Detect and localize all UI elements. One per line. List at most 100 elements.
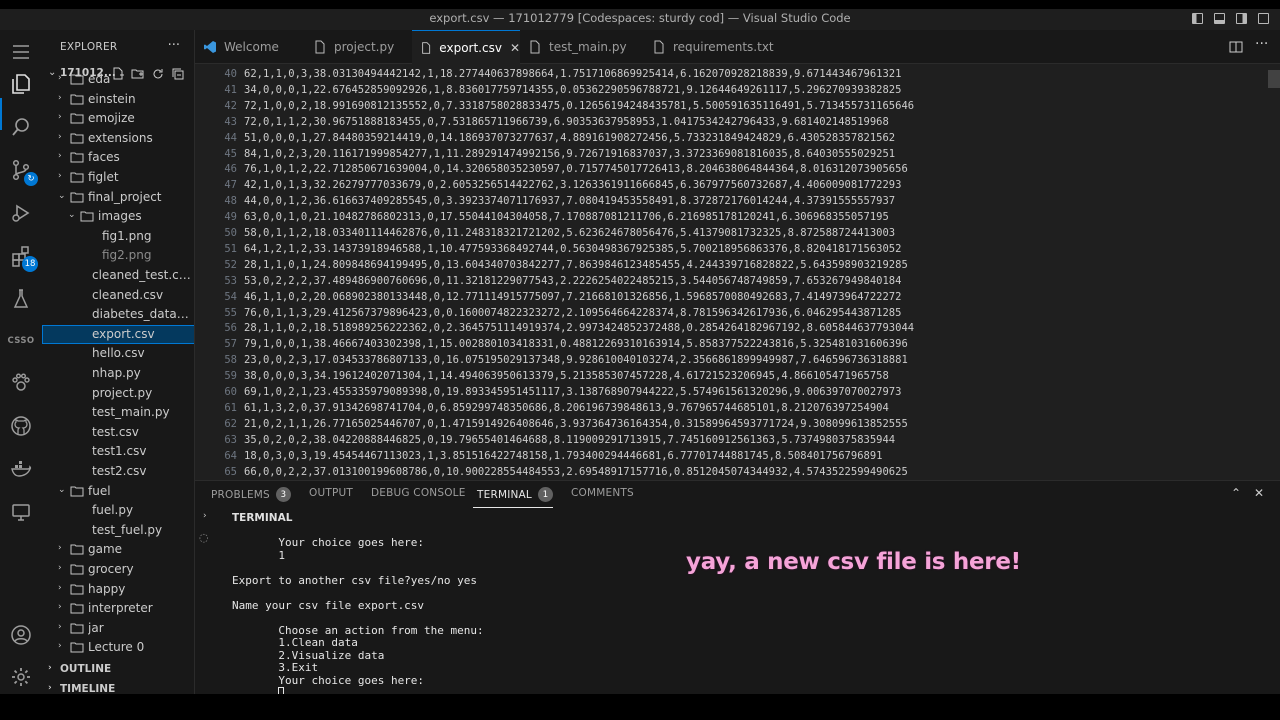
timeline-section[interactable]: › TIMELINE xyxy=(42,680,194,694)
csso-icon[interactable]: CSSO xyxy=(6,326,36,356)
menu-icon[interactable] xyxy=(6,37,36,67)
tree-folder[interactable]: › einstein xyxy=(42,90,194,110)
tree-file[interactable]: test.csv xyxy=(42,423,194,443)
tree-file[interactable]: fig2.png xyxy=(42,246,194,266)
account-icon[interactable] xyxy=(6,620,36,650)
editor-content[interactable]: 40 62,1,1,0,3,38.03130494442142,1,18.2774… xyxy=(195,64,1280,480)
paw-icon[interactable] xyxy=(6,368,36,398)
maximize-panel-icon[interactable]: ⌃ xyxy=(1231,486,1241,500)
toggle-panel-icon[interactable] xyxy=(1214,13,1225,24)
tree-folder[interactable]: › game xyxy=(42,540,194,560)
code-line[interactable]: 21,0,2,1,1,26.77165025446707,0,1.4715914… xyxy=(244,418,908,430)
docker-icon[interactable] xyxy=(6,454,36,484)
tab-project-py[interactable]: project.py xyxy=(307,30,412,64)
tab-comments[interactable]: COMMENTS xyxy=(571,487,634,499)
editor-scrollbar[interactable] xyxy=(1268,70,1280,88)
terminal-output[interactable]: Your choice goes here: 1 Export to anoth… xyxy=(232,536,484,700)
code-line[interactable]: 38,0,0,0,3,34.19612402071304,1,14.494063… xyxy=(244,370,889,382)
tab-welcome[interactable]: Welcome xyxy=(195,30,307,64)
code-line[interactable]: 58,0,1,1,2,18.033401114462876,0,11.24831… xyxy=(244,227,895,239)
toggle-primary-sidebar-icon[interactable] xyxy=(1192,13,1203,24)
tree-file[interactable]: cleaned.csv xyxy=(42,286,194,306)
tree-folder[interactable]: › extensions xyxy=(42,129,194,149)
toggle-secondary-sidebar-icon[interactable] xyxy=(1236,13,1247,24)
tree-folder[interactable]: › jar xyxy=(42,619,194,639)
close-panel-icon[interactable]: ✕ xyxy=(1254,486,1264,500)
code-line[interactable]: 28,1,1,0,2,18.518989256222362,0,2.364575… xyxy=(244,322,914,334)
remote-explorer-icon[interactable] xyxy=(6,497,36,527)
code-line[interactable]: 34,0,0,0,1,22.676452859092926,1,8.836017… xyxy=(244,84,901,96)
line-number: 56 xyxy=(224,322,237,335)
code-line[interactable]: 18,0,3,0,3,19.45454467113023,1,3.8515164… xyxy=(244,450,882,462)
tree-folder[interactable]: › interpreter xyxy=(42,599,194,619)
tree-file[interactable]: test_main.py xyxy=(42,403,194,423)
code-line[interactable]: 46,1,1,0,2,20.068902380133448,0,12.77111… xyxy=(244,291,901,303)
tree-folder[interactable]: › faces xyxy=(42,148,194,168)
tab-export-csv[interactable]: export.csv ✕ xyxy=(412,30,520,64)
tab-output[interactable]: OUTPUT xyxy=(309,487,353,499)
source-control-icon[interactable]: ↻ xyxy=(6,155,38,186)
tree-folder[interactable]: ⌄ fuel xyxy=(42,482,194,502)
search-icon[interactable] xyxy=(6,112,36,142)
tree-file[interactable]: test_fuel.py xyxy=(42,521,194,541)
code-line[interactable]: 72,0,1,1,2,30.96751888183455,0,7.5318657… xyxy=(244,116,889,128)
code-line[interactable]: 66,0,0,2,2,37.013100199608786,0,10.90022… xyxy=(244,466,908,478)
more-actions-icon[interactable]: ··· xyxy=(1255,36,1269,52)
code-line[interactable]: 84,1,0,2,3,20.116171999854277,1,11.28929… xyxy=(244,148,895,160)
tab-terminal[interactable]: TERMINAL 1 xyxy=(477,487,553,502)
tree-folder[interactable]: › eda xyxy=(42,70,194,90)
tree-folder[interactable]: › Lecture 0 xyxy=(42,638,194,658)
tab-test-main-py[interactable]: test_main.py xyxy=(520,30,642,64)
code-line[interactable]: 42,1,0,1,3,32.26279777033679,0,2.6053256… xyxy=(244,179,901,191)
customize-layout-icon[interactable] xyxy=(1258,13,1269,24)
code-line[interactable]: 53,0,2,2,2,37.489486900760696,0,11.32181… xyxy=(244,275,901,287)
tree-folder[interactable]: ⌄ final_project xyxy=(42,188,194,208)
code-line[interactable]: 23,0,0,2,3,17.034533786807133,0,16.07519… xyxy=(244,354,908,366)
tab-label: OUTPUT xyxy=(309,487,353,499)
tree-file[interactable]: fuel.py xyxy=(42,501,194,521)
line-number: 50 xyxy=(224,227,237,239)
tree-file[interactable]: hello.csv xyxy=(42,344,194,364)
settings-gear-icon[interactable] xyxy=(6,662,36,692)
terminal-section-header[interactable]: › TERMINAL xyxy=(195,509,1280,529)
close-icon[interactable]: ✕ xyxy=(510,41,520,55)
tree-file[interactable]: export.csv xyxy=(42,324,194,345)
code-line[interactable]: 61,1,3,2,0,37.91342698741704,0,6.8592997… xyxy=(244,402,889,414)
code-line[interactable]: 64,1,2,1,2,33.14373918946588,1,10.477593… xyxy=(244,243,901,255)
csso-label: CSSO xyxy=(7,336,35,346)
outline-section[interactable]: › OUTLINE xyxy=(42,660,194,680)
testing-flask-icon[interactable] xyxy=(6,284,36,314)
code-line[interactable]: 35,0,2,0,2,38.04220888446825,0,19.796554… xyxy=(244,434,895,446)
code-line[interactable]: 72,1,0,0,2,18.991690812135552,0,7.331875… xyxy=(244,100,914,112)
code-line[interactable]: 63,0,0,1,0,21.10482786802313,0,17.550441… xyxy=(244,211,889,223)
tab-problems[interactable]: PROBLEMS 3 xyxy=(211,487,291,502)
code-line[interactable]: 51,0,0,0,1,27.84480359214419,0,14.186937… xyxy=(244,132,895,144)
code-line[interactable]: 79,1,0,0,1,38.46667403302398,1,15.002880… xyxy=(244,338,908,350)
split-editor-icon[interactable] xyxy=(1229,40,1243,54)
tree-folder[interactable]: › grocery xyxy=(42,560,194,580)
tab-debug-console[interactable]: DEBUG CONSOLE xyxy=(371,487,466,499)
code-line[interactable]: 28,1,1,0,1,24.809848694199495,0,13.60434… xyxy=(244,259,908,271)
tree-file[interactable]: test2.csv xyxy=(42,462,194,482)
code-line[interactable]: 62,1,1,0,3,38.03130494442142,1,18.277440… xyxy=(244,68,901,80)
code-line[interactable]: 76,1,0,1,2,22.712850671639004,0,14.32065… xyxy=(244,163,908,175)
tree-folder[interactable]: › figlet xyxy=(42,168,194,188)
tree-folder[interactable]: › emojize xyxy=(42,109,194,129)
tab-requirements-txt[interactable]: requirements.txt xyxy=(642,30,792,64)
code-line[interactable]: 76,0,1,1,3,29.412567379896423,0,0.160007… xyxy=(244,307,901,319)
explorer-icon[interactable] xyxy=(6,69,36,99)
explorer-more-actions-icon[interactable]: ··· xyxy=(168,38,180,53)
tree-folder[interactable]: ⌄ images xyxy=(42,207,194,227)
tree-folder[interactable]: › happy xyxy=(42,580,194,600)
code-line[interactable]: 69,1,0,2,1,23.455335979089398,0,19.89334… xyxy=(244,386,901,398)
extensions-icon[interactable]: 18 xyxy=(6,241,38,272)
run-debug-icon[interactable] xyxy=(6,198,36,228)
tree-file[interactable]: test1.csv xyxy=(42,442,194,462)
tree-file[interactable]: diabetes_data.... xyxy=(42,305,194,325)
tree-file[interactable]: project.py xyxy=(42,384,194,404)
code-line[interactable]: 44,0,0,1,2,36.616637409285545,0,3.392337… xyxy=(244,195,895,207)
tree-file[interactable]: fig1.png xyxy=(42,227,194,247)
tree-file[interactable]: nhap.py xyxy=(42,364,194,384)
tree-file[interactable]: cleaned_test.csv xyxy=(42,266,194,286)
github-icon[interactable] xyxy=(6,411,36,441)
